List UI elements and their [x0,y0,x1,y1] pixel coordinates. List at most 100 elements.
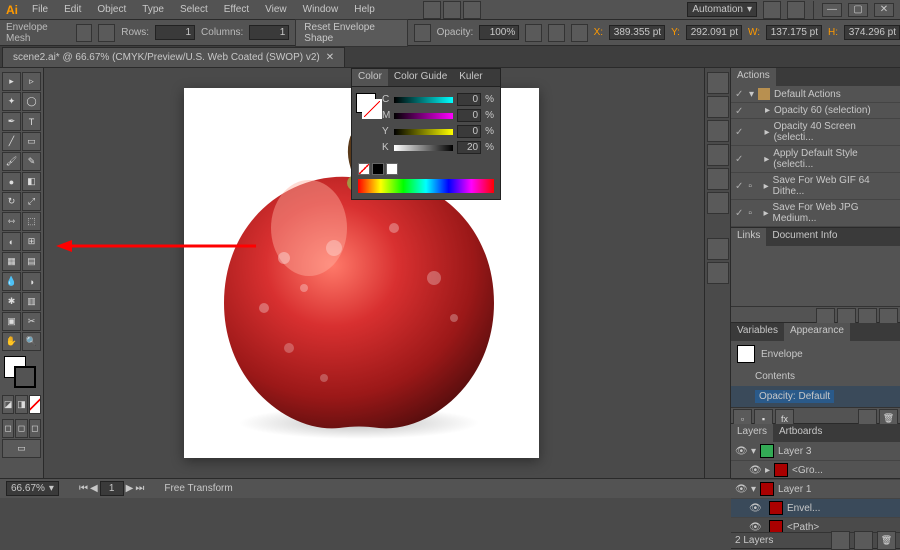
close-button[interactable]: ✕ [874,3,894,17]
y-field[interactable]: 292.091 pt [686,25,742,40]
menu-type[interactable]: Type [134,0,172,20]
action-set-row[interactable]: ✓▾Default Actions [731,86,900,103]
layer-row[interactable]: 👁▾Layer 3 [731,442,900,461]
maximize-button[interactable]: ▢ [848,3,868,17]
opacity-field[interactable]: 100% [479,25,519,40]
tab-kuler[interactable]: Kuler [453,69,488,86]
first-artboard-icon[interactable]: ⏮ [79,483,88,494]
rectangle-tool[interactable]: ▭ [22,132,41,151]
tab-appearance[interactable]: Appearance [784,323,850,341]
fx-icon[interactable] [525,24,542,42]
slice-tool[interactable]: ✂ [22,312,41,331]
pen-tool[interactable]: ✒ [2,112,21,131]
menu-edit[interactable]: Edit [56,0,89,20]
dock-icon-8[interactable] [707,262,729,284]
x-field[interactable]: 389.355 pt [609,25,665,40]
symbol-sprayer-tool[interactable]: ✱ [2,292,21,311]
reset-envelope-button[interactable]: Reset Envelope Shape [295,19,408,47]
layer-row[interactable]: 👁▸<Gro... [731,461,900,480]
appearance-opacity-row[interactable]: Opacity: Default [731,386,900,407]
visibility-icon[interactable]: 👁 [735,446,747,457]
free-transform-tool[interactable]: ⬚ [22,212,41,231]
hand-tool[interactable]: ✋ [2,332,21,351]
transform-icon[interactable] [571,24,588,42]
new-sublayer-icon[interactable] [854,531,873,550]
prev-artboard-icon[interactable]: ◀ [90,483,98,494]
action-row[interactable]: ✓▸Opacity 60 (selection) [731,103,900,119]
perspective-grid-tool[interactable]: ⊞ [22,232,41,251]
menu-effect[interactable]: Effect [216,0,257,20]
envelope-options-icon[interactable] [414,24,431,42]
menu-object[interactable]: Object [89,0,134,20]
screen-mode-icon[interactable] [463,1,481,19]
action-row[interactable]: ✓▸Apply Default Style (selecti... [731,146,900,173]
pencil-tool[interactable]: ✎ [22,152,41,171]
stroke-chip[interactable] [362,99,382,119]
type-tool[interactable]: T [22,112,41,131]
dock-icon-6[interactable] [707,192,729,214]
selection-tool[interactable]: ▸ [2,72,21,91]
screen-mode-toggle[interactable]: ▭ [2,439,41,458]
y-value[interactable]: 0 [457,125,481,138]
c-value[interactable]: 0 [457,93,481,106]
dock-icon-2[interactable] [707,96,729,118]
zoom-dropdown[interactable]: 66.67%▾ [6,481,59,496]
tab-actions[interactable]: Actions [731,68,776,86]
artboard-tool[interactable]: ▣ [2,312,21,331]
width-tool[interactable]: ⇿ [2,212,21,231]
action-row[interactable]: ✓▫▸Save For Web JPG Medium... [731,200,900,227]
dock-icon-4[interactable] [707,144,729,166]
scale-tool[interactable]: ⤢ [22,192,41,211]
appearance-contents-row[interactable]: Contents [731,367,900,386]
delete-layer-icon[interactable]: 🗑 [877,531,896,550]
layer-row-selected[interactable]: 👁Envel... [731,499,900,518]
dock-icon-3[interactable] [707,120,729,142]
dock-icon-1[interactable] [707,72,729,94]
arrange-docs-icon[interactable] [443,1,461,19]
rotate-tool[interactable]: ↻ [2,192,21,211]
blend-tool[interactable]: ◑ [22,272,41,291]
magic-wand-tool[interactable]: ✦ [2,92,21,111]
bridge-icon[interactable] [423,1,441,19]
none-swatch[interactable] [358,163,370,175]
cols-field[interactable]: 1 [249,25,289,40]
tab-color[interactable]: Color [352,69,388,86]
white-swatch[interactable] [386,163,398,175]
paintbrush-tool[interactable]: 🖌 [2,152,21,171]
cloud-icon[interactable] [787,1,805,19]
tab-layers[interactable]: Layers [731,424,773,442]
menu-select[interactable]: Select [172,0,216,20]
y-slider[interactable] [394,129,453,135]
m-slider[interactable] [394,113,453,119]
lasso-tool[interactable]: ◯ [22,92,41,111]
last-artboard-icon[interactable]: ⏭ [135,483,144,494]
line-tool[interactable]: ╱ [2,132,21,151]
tab-variables[interactable]: Variables [731,323,784,341]
shape-builder-tool[interactable]: ◐ [2,232,21,251]
w-field[interactable]: 137.175 pt [766,25,822,40]
close-tab-icon[interactable]: ✕ [326,52,334,63]
h-field[interactable]: 374.296 pt [844,25,900,40]
black-swatch[interactable] [372,163,384,175]
draw-inside-icon[interactable]: ◻ [29,419,41,438]
edit-envelope-icon[interactable] [76,24,93,42]
tab-artboards[interactable]: Artboards [773,424,828,442]
gradient-mode-icon[interactable]: ◨ [15,395,27,414]
artboard-number[interactable]: 1 [100,481,124,496]
menu-view[interactable]: View [257,0,295,20]
action-row[interactable]: ✓▸Opacity 40 Screen (selecti... [731,119,900,146]
gradient-tool[interactable]: ▤ [22,252,41,271]
m-value[interactable]: 0 [457,109,481,122]
tab-color-guide[interactable]: Color Guide [388,69,453,86]
direct-selection-tool[interactable]: ▹ [22,72,41,91]
menu-window[interactable]: Window [295,0,347,20]
next-artboard-icon[interactable]: ▶ [126,483,134,494]
eyedropper-tool[interactable]: 💧 [2,272,21,291]
column-graph-tool[interactable]: ▥ [22,292,41,311]
fill-stroke-swatches[interactable] [2,356,42,388]
rows-field[interactable]: 1 [155,25,195,40]
canvas[interactable]: Color Color Guide Kuler C0% M0% Y0% K20% [44,68,704,478]
blob-brush-tool[interactable]: ● [2,172,21,191]
document-tab[interactable]: scene2.ai* @ 66.67% (CMYK/Preview/U.S. W… [2,47,345,67]
menu-file[interactable]: File [24,0,56,20]
